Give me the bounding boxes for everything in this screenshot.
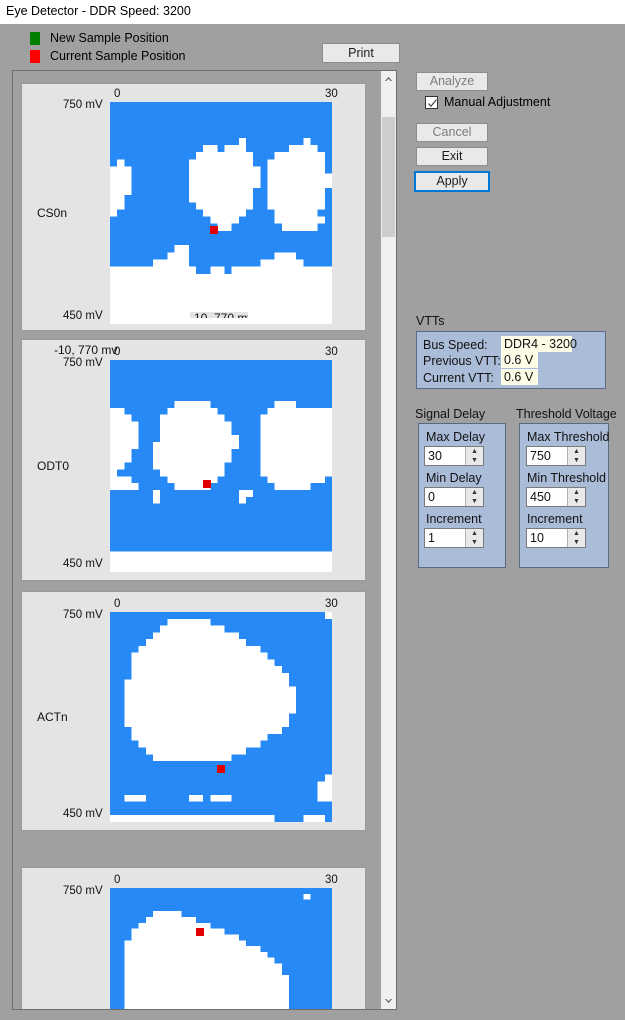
max-threshold-label: Max Threshold: [527, 430, 610, 444]
threshold-increment-spinner[interactable]: 10 ▲ ▼: [526, 528, 586, 548]
threshold-increment-stepper[interactable]: ▲ ▼: [567, 529, 585, 547]
max-threshold-increment-icon[interactable]: ▲: [568, 447, 585, 456]
legend-swatch-current-sample-position: [30, 50, 40, 63]
exit-button[interactable]: Exit: [416, 147, 488, 166]
eye-diagram-scroll-area[interactable]: 030750 mV450 mVCS0n-10, 770 mv-10, 770 m…: [12, 70, 397, 1010]
x-axis-max-label: 30: [325, 346, 338, 358]
window-title: Eye Detector - DDR Speed: 3200: [6, 4, 191, 18]
min-threshold-stepper[interactable]: ▲ ▼: [567, 488, 585, 506]
legend-label-current-sample-position: Current Sample Position: [50, 49, 186, 63]
min-delay-decrement-icon[interactable]: ▼: [466, 497, 483, 506]
max-delay-increment-icon[interactable]: ▲: [466, 447, 483, 456]
x-axis-min-label: 0: [114, 346, 121, 358]
delay-increment-stepper[interactable]: ▲ ▼: [465, 529, 483, 547]
max-threshold-spinner[interactable]: 750 ▲ ▼: [526, 446, 586, 466]
legend-label-new-sample-position: New Sample Position: [50, 31, 169, 45]
apply-button[interactable]: Apply: [414, 171, 490, 192]
current-vtt-value: 0.6 V: [501, 369, 538, 385]
manual-adjustment-label: Manual Adjustment: [444, 95, 551, 109]
min-delay-value: 0: [428, 490, 435, 504]
current-sample-marker: [210, 226, 218, 234]
window-title-bar: Eye Detector - DDR Speed: 3200: [0, 0, 625, 24]
x-axis-min-label: 0: [114, 88, 121, 100]
eye-diagram-plot[interactable]: [110, 360, 332, 572]
signal-name-label: ODT0: [37, 459, 70, 473]
x-axis-min-label: 0: [114, 598, 121, 610]
y-axis-max-label: 750 mV: [63, 99, 103, 111]
eye-diagram-plot[interactable]: [110, 102, 332, 324]
max-delay-spinner[interactable]: 30 ▲ ▼: [424, 446, 484, 466]
signal-name-label: CS0n: [37, 206, 68, 220]
scrollbar-thumb[interactable]: [382, 117, 395, 237]
bus-speed-label: Bus Speed:: [423, 338, 488, 352]
clipped-coordinate-tooltip: -10, 770 mv: [190, 312, 248, 318]
previous-vtt-value: 0.6 V: [501, 352, 538, 368]
x-axis-max-label: 30: [325, 88, 338, 100]
max-delay-value: 30: [428, 449, 442, 463]
max-delay-label: Max Delay: [426, 430, 486, 444]
analyze-button[interactable]: Analyze: [416, 72, 488, 91]
min-threshold-spinner[interactable]: 450 ▲ ▼: [526, 487, 586, 507]
x-axis-max-label: 30: [325, 598, 338, 610]
current-sample-marker: [217, 765, 225, 773]
min-threshold-label: Min Threshold: [527, 471, 606, 485]
cancel-button[interactable]: Cancel: [416, 123, 488, 142]
scroll-up-arrow-icon[interactable]: [381, 71, 396, 87]
current-sample-marker: [196, 928, 204, 936]
min-delay-increment-icon[interactable]: ▲: [466, 488, 483, 497]
legend-swatch-new-sample-position: [30, 32, 40, 45]
min-delay-stepper[interactable]: ▲ ▼: [465, 488, 483, 506]
min-threshold-increment-icon[interactable]: ▲: [568, 488, 585, 497]
previous-vtt-label: Previous VTT:: [423, 354, 501, 368]
max-threshold-stepper[interactable]: ▲ ▼: [567, 447, 585, 465]
y-axis-min-label: 450 mV: [63, 808, 103, 820]
max-delay-decrement-icon[interactable]: ▼: [466, 456, 483, 465]
x-axis-min-label: 0: [114, 874, 121, 886]
min-delay-spinner[interactable]: 0 ▲ ▼: [424, 487, 484, 507]
eye-diagram-list: 030750 mV450 mVCS0n-10, 770 mv-10, 770 m…: [13, 71, 383, 1009]
x-axis-max-label: 30: [325, 874, 338, 886]
delay-increment-value: 1: [428, 531, 435, 545]
y-axis-min-label: 450 mV: [63, 310, 103, 322]
threshold-voltage-group-title: Threshold Voltage: [516, 407, 617, 421]
threshold-increment-decrement-icon[interactable]: ▼: [568, 538, 585, 547]
threshold-increment-value: 10: [530, 531, 544, 545]
min-delay-label: Min Delay: [426, 471, 482, 485]
scroll-down-arrow-icon[interactable]: [381, 993, 396, 1009]
eye-diagram-panel[interactable]: -10, 770 mv 0 30 750 mV 450 mV ODT0: [21, 339, 366, 581]
coordinate-tooltip: -10, 770 mv: [54, 343, 118, 357]
manual-adjustment-checkbox[interactable]: [425, 96, 438, 109]
eye-diagram-panel[interactable]: 0 30 750 mV 450 mV ACTn: [21, 591, 366, 831]
eye-diagram-panel[interactable]: 0 30 750 mV 450 mV CS0n -10, 770 mv: [21, 83, 366, 331]
vertical-scrollbar[interactable]: [381, 70, 397, 1010]
vtts-group-title: VTTs: [416, 314, 445, 328]
y-axis-max-label: 750 mV: [63, 357, 103, 369]
threshold-increment-label: Increment: [527, 512, 583, 526]
signal-delay-group-title: Signal Delay: [415, 407, 486, 421]
y-axis-max-label: 750 mV: [63, 609, 103, 621]
delay-increment-label: Increment: [426, 512, 482, 526]
current-sample-marker: [203, 480, 211, 488]
eye-diagram-plot[interactable]: [110, 612, 332, 822]
delay-increment-decrement-icon[interactable]: ▼: [466, 538, 483, 547]
eye-diagram-panel[interactable]: 030750 mVRASn_ADDR16: [21, 867, 366, 1009]
max-delay-stepper[interactable]: ▲ ▼: [465, 447, 483, 465]
print-button[interactable]: Print: [322, 43, 400, 63]
y-axis-max-label: 750 mV: [63, 885, 103, 897]
bus-speed-value: DDR4 - 3200: [501, 336, 577, 352]
eye-detector-window: Eye Detector - DDR Speed: 3200 New Sampl…: [0, 0, 625, 1020]
eye-diagram-plot[interactable]: [110, 888, 332, 1009]
y-axis-min-label: 450 mV: [63, 558, 103, 570]
max-threshold-value: 750: [530, 449, 551, 463]
min-threshold-decrement-icon[interactable]: ▼: [568, 497, 585, 506]
current-vtt-label: Current VTT:: [423, 371, 494, 385]
threshold-increment-increment-icon[interactable]: ▲: [568, 529, 585, 538]
signal-name-label: ACTn: [37, 710, 68, 724]
max-threshold-decrement-icon[interactable]: ▼: [568, 456, 585, 465]
min-threshold-value: 450: [530, 490, 551, 504]
delay-increment-spinner[interactable]: 1 ▲ ▼: [424, 528, 484, 548]
delay-increment-increment-icon[interactable]: ▲: [466, 529, 483, 538]
